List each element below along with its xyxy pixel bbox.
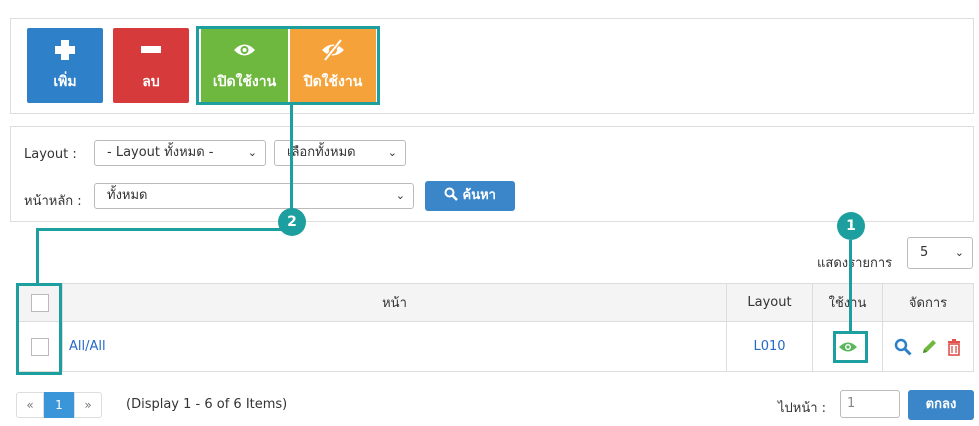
- pagination-next-button[interactable]: »: [74, 392, 102, 418]
- delete-button-label: ลบ: [142, 74, 160, 90]
- callout-line: [36, 228, 39, 284]
- chevron-down-icon: ⌄: [395, 189, 405, 202]
- minus-icon: [141, 46, 161, 53]
- layout-select[interactable]: - Layout ทั้งหมด - ⌄: [94, 140, 266, 166]
- magnifier-icon[interactable]: [894, 338, 912, 356]
- callout-checkbox-highlight: [16, 283, 62, 375]
- add-button[interactable]: เพิ่ม: [27, 28, 103, 103]
- header-active: ใช้งาน: [812, 283, 883, 322]
- chevron-down-icon: ⌄: [954, 246, 964, 259]
- pages-table: หน้า Layout ใช้งาน จัดการ All/All L010: [16, 283, 974, 372]
- chevron-down-icon: ⌄: [247, 146, 257, 159]
- pencil-icon[interactable]: [920, 338, 938, 356]
- header-manage: จัดการ: [882, 283, 974, 322]
- layout-select-value: - Layout ทั้งหมด -: [107, 145, 214, 160]
- show-items-label: แสดงรายการ: [817, 256, 893, 271]
- goto-page-input[interactable]: 1: [840, 390, 900, 418]
- pagination-prev-button[interactable]: «: [16, 392, 44, 418]
- main-page-select-value: ทั้งหมด: [107, 188, 148, 203]
- add-button-label: เพิ่ม: [53, 74, 77, 90]
- table-header-row: หน้า Layout ใช้งาน จัดการ: [16, 283, 974, 322]
- manage-cell: [882, 321, 974, 372]
- header-page: หน้า: [62, 283, 727, 322]
- main-page-filter-label: หน้าหลัก :: [24, 194, 82, 209]
- callout-marker-2: 2: [278, 208, 306, 236]
- table-row: All/All L010: [16, 321, 974, 372]
- layout-filter-label: Layout :: [24, 147, 77, 162]
- pagination-page-1[interactable]: 1: [44, 392, 74, 418]
- header-layout: Layout: [726, 283, 813, 322]
- page-size-value: 5: [920, 245, 929, 260]
- plus-icon: [55, 40, 75, 60]
- chevron-down-icon: ⌄: [387, 146, 397, 159]
- callout-eye-highlight: [833, 331, 868, 363]
- callout-marker-1: 1: [837, 212, 865, 240]
- search-button-label: ค้นหา: [462, 188, 496, 203]
- goto-page-label: ไปหน้า :: [778, 401, 827, 416]
- delete-button[interactable]: ลบ: [113, 28, 189, 103]
- callout-line: [290, 104, 293, 222]
- trash-icon[interactable]: [946, 338, 962, 356]
- select-all-select[interactable]: เลือกทั้งหมด ⌄: [274, 140, 406, 166]
- callout-line: [36, 228, 292, 231]
- display-info-text: (Display 1 - 6 of 6 Items): [126, 397, 288, 412]
- page-size-select[interactable]: 5 ⌄: [907, 237, 973, 269]
- page-cell: All/All: [62, 321, 727, 372]
- main-page-select[interactable]: ทั้งหมด ⌄: [94, 183, 414, 209]
- callout-toolbar-highlight: [196, 26, 380, 105]
- search-button[interactable]: ค้นหา: [425, 181, 515, 211]
- layout-link[interactable]: L010: [753, 339, 785, 354]
- page-link[interactable]: All/All: [69, 339, 106, 354]
- goto-ok-button[interactable]: ตกลง: [908, 390, 974, 420]
- select-all-value: เลือกทั้งหมด: [287, 145, 356, 160]
- layout-cell: L010: [726, 321, 813, 372]
- callout-line: [849, 240, 852, 332]
- search-icon: [444, 187, 458, 201]
